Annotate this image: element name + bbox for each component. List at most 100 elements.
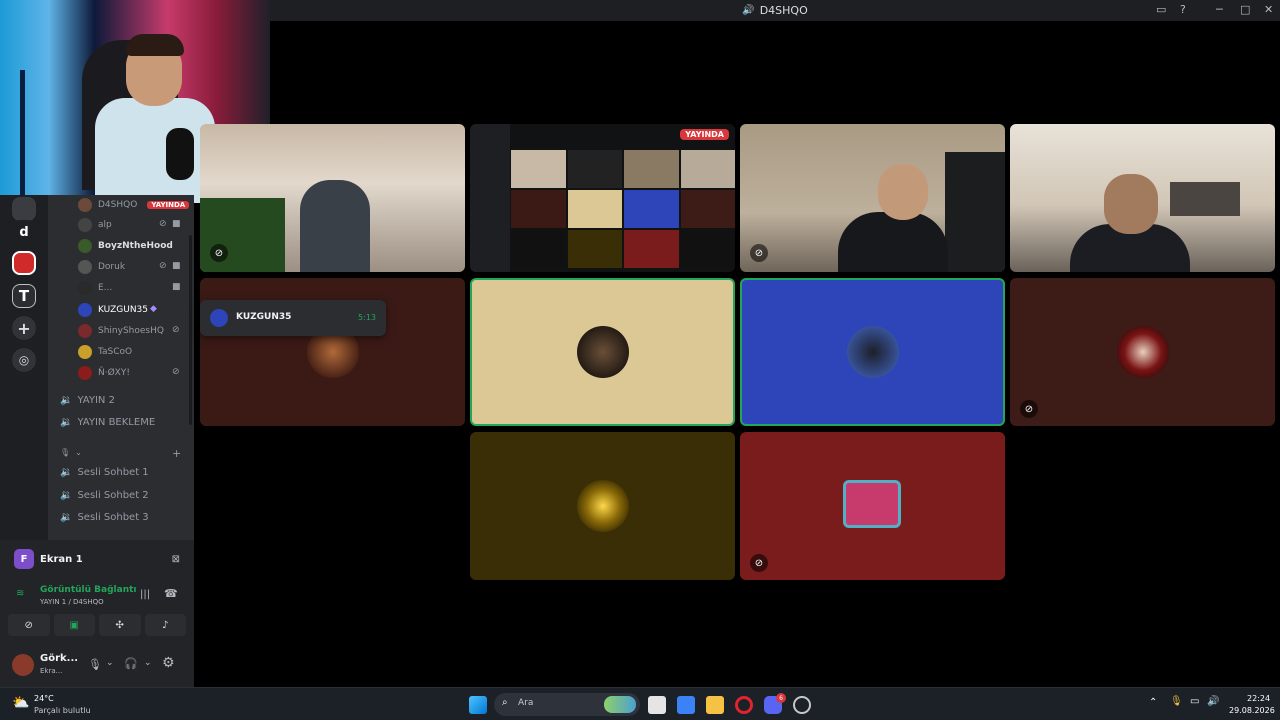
clock-time[interactable]: 22:24 bbox=[1247, 694, 1270, 703]
connection-label[interactable]: Görüntülü Bağlantı bbox=[40, 585, 137, 595]
weather-temp[interactable]: 24°C bbox=[34, 694, 54, 703]
weather-desc[interactable]: Parçalı bulutlu bbox=[34, 706, 91, 715]
tooltip-avatar bbox=[210, 309, 228, 327]
screen-share-button[interactable]: ▣ bbox=[53, 614, 95, 636]
mic-tray-icon[interactable]: 🎙 bbox=[1170, 696, 1183, 707]
disconnect-icon[interactable]: ☎ bbox=[164, 587, 178, 600]
headphones-icon[interactable]: 🎧 bbox=[124, 657, 138, 670]
start-icon[interactable] bbox=[469, 696, 487, 714]
mic-icon[interactable]: 🎙 bbox=[88, 658, 102, 671]
channel-yayin-bekleme[interactable]: 🔉 YAYIN BEKLEME bbox=[60, 417, 155, 428]
gear-icon[interactable]: ⚙ bbox=[162, 655, 175, 671]
opera-icon[interactable] bbox=[735, 696, 753, 714]
shared-screen-sidebar bbox=[470, 124, 510, 272]
participant-figure bbox=[838, 212, 948, 272]
speaker-icon: 🔉 bbox=[60, 395, 73, 406]
network-icon[interactable]: ▭ bbox=[1190, 696, 1199, 707]
video-tile-webcam-2[interactable]: ⊘ bbox=[740, 124, 1005, 272]
video-tile-avatar-red[interactable]: ⊘ bbox=[740, 432, 1005, 580]
video-tile-webcam-3[interactable] bbox=[1010, 124, 1275, 272]
voice-panel: F Ekran 1 ⊠ ≋ Görüntülü Bağlantı YAYIN 1… bbox=[0, 540, 194, 687]
participant-avatar bbox=[846, 326, 899, 378]
user-name: alp bbox=[98, 220, 112, 230]
participant-tooltip: KUZGUN35 5:13 bbox=[200, 300, 386, 336]
tooltip-time: 5:13 bbox=[358, 313, 376, 322]
user-name: ShinyShoesHQ bbox=[98, 326, 164, 336]
channel-sesli-sohbet-1[interactable]: 🔉 Sesli Sohbet 1 bbox=[60, 467, 149, 478]
camera-icon: ■ bbox=[172, 282, 181, 292]
minimize-button[interactable]: ─ bbox=[1216, 3, 1223, 16]
video-tile-webcam-1[interactable]: ⊘ bbox=[200, 124, 465, 272]
channel-sesli-sohbet-2[interactable]: 🔉 Sesli Sohbet 2 bbox=[60, 490, 149, 501]
add-channel-icon[interactable]: + bbox=[172, 447, 181, 460]
stream-preview-row: F Ekran 1 ⊠ bbox=[6, 546, 188, 572]
voice-user-d4shqo[interactable]: D4SHQO YAYINDA bbox=[78, 196, 190, 214]
voice-user-noxy[interactable]: Ñ·ØXY! bbox=[78, 364, 130, 382]
server-icon-top[interactable] bbox=[12, 197, 36, 221]
voice-user-tascoo[interactable]: TaSCoO bbox=[78, 343, 132, 361]
window-title: D4SHQO bbox=[759, 4, 808, 17]
chevron-down-icon[interactable]: ⌄ bbox=[106, 658, 114, 668]
channel-yayin-2[interactable]: 🔉 YAYIN 2 bbox=[60, 395, 115, 406]
voice-user-kuzgun35[interactable]: KUZGUN35 bbox=[78, 301, 148, 319]
video-tile-avatar-speaking[interactable] bbox=[470, 278, 735, 426]
video-tile-avatar-maroon[interactable]: ⊘ bbox=[1010, 278, 1275, 426]
connection-location[interactable]: YAYIN 1 / D4SHQO bbox=[40, 598, 104, 606]
microphone bbox=[166, 128, 194, 180]
weather-icon[interactable]: ⛅ bbox=[12, 695, 29, 711]
noise-suppression-icon[interactable]: ||| bbox=[140, 589, 150, 600]
server-icon-ss[interactable] bbox=[12, 251, 36, 275]
mic-icon: 🎙 bbox=[60, 448, 71, 457]
mic-muted-icon: ⊘ bbox=[172, 325, 180, 335]
voice-user-boyznthehood[interactable]: BoyzNtheHood bbox=[78, 237, 173, 255]
streamer-hair bbox=[126, 34, 184, 56]
voice-user-shinyshoeshq[interactable]: ShinyShoesHQ bbox=[78, 322, 164, 340]
search-highlight-image bbox=[604, 696, 636, 713]
mic-muted-icon: ⊘ bbox=[750, 554, 768, 572]
video-tile-avatar-blue[interactable] bbox=[740, 278, 1005, 426]
app-icon[interactable] bbox=[793, 696, 811, 714]
voice-user-doruk[interactable]: Doruk bbox=[78, 258, 125, 276]
taskbar-search[interactable]: ⌕ Ara bbox=[494, 693, 640, 716]
store-icon[interactable] bbox=[677, 696, 695, 714]
maximize-button[interactable]: □ bbox=[1240, 3, 1250, 16]
stop-stream-icon[interactable]: ⊠ bbox=[172, 554, 180, 565]
avatar bbox=[78, 198, 92, 212]
server-icon-d[interactable]: d bbox=[12, 220, 36, 244]
explore-icon[interactable]: ◎ bbox=[12, 348, 36, 372]
chevron-up-icon[interactable]: ⌃ bbox=[1149, 697, 1157, 708]
server-icon-t[interactable]: T bbox=[12, 284, 36, 308]
user-area: Görk... Ekra... 🎙 ⌄ 🎧 ⌄ ⚙ bbox=[0, 648, 194, 687]
avatar bbox=[78, 345, 92, 359]
user-name: Doruk bbox=[98, 262, 126, 272]
camera-off-button[interactable]: ⊘ bbox=[8, 614, 50, 636]
camera-icon: ■ bbox=[172, 219, 181, 229]
channel-sesli-sohbet-3[interactable]: 🔉 Sesli Sohbet 3 bbox=[60, 512, 149, 523]
activities-button[interactable]: ✣ bbox=[99, 614, 141, 636]
video-tile-screen-share[interactable]: YAYINDA bbox=[470, 124, 735, 272]
soundboard-button[interactable]: ♪ bbox=[144, 614, 186, 636]
user-avatar[interactable] bbox=[12, 654, 34, 676]
chevron-down-icon[interactable]: ⌄ bbox=[144, 658, 152, 668]
plant bbox=[200, 198, 285, 272]
voice-user-e[interactable]: E... bbox=[78, 279, 112, 297]
participant-face bbox=[878, 164, 928, 220]
add-server-icon[interactable]: + bbox=[12, 316, 36, 340]
voice-user-alp[interactable]: alp bbox=[78, 216, 112, 234]
scrollbar[interactable] bbox=[189, 235, 192, 425]
inbox-icon[interactable]: ▭ bbox=[1156, 3, 1166, 16]
speaker-icon: 🔉 bbox=[60, 417, 73, 428]
search-placeholder: Ara bbox=[518, 698, 534, 708]
user-display-name[interactable]: Görk... bbox=[40, 653, 78, 664]
close-button[interactable]: ✕ bbox=[1264, 3, 1273, 16]
help-icon[interactable]: ? bbox=[1180, 3, 1186, 16]
clock-date[interactable]: 29.08.2026 bbox=[1229, 706, 1275, 715]
channel-name: Sesli Sohbet 2 bbox=[77, 490, 149, 501]
participant-avatar bbox=[576, 326, 629, 378]
category-voice[interactable]: 🎙 ⌄ bbox=[60, 448, 82, 457]
speaker-icon: 🔉 bbox=[60, 467, 73, 478]
file-explorer-icon[interactable] bbox=[706, 696, 724, 714]
task-view-icon[interactable] bbox=[648, 696, 666, 714]
volume-icon[interactable]: 🔊 bbox=[1207, 696, 1219, 707]
video-tile-avatar-olive[interactable] bbox=[470, 432, 735, 580]
